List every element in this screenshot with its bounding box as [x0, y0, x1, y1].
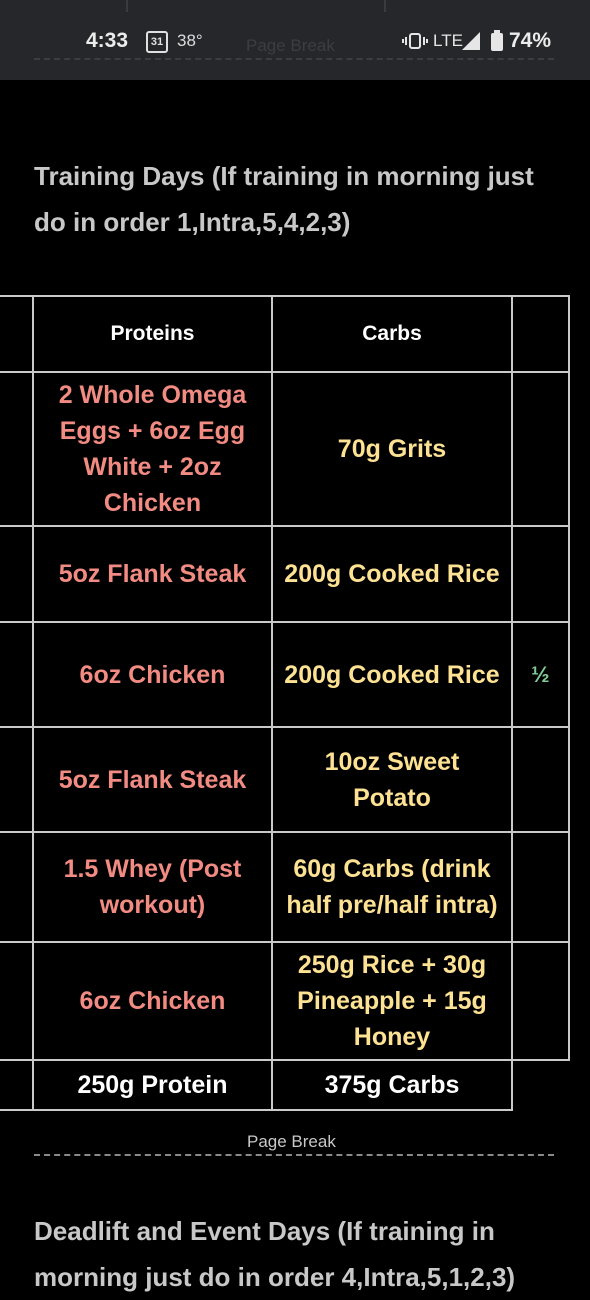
- table-header-row: Proteins Carbs: [0, 295, 570, 373]
- table-header-cell-hidden: [511, 295, 570, 373]
- signal-icon: [462, 32, 480, 50]
- protein-cell: 6oz Chicken: [32, 621, 273, 728]
- calendar-icon: 31: [146, 31, 168, 53]
- meal-plan-table: Proteins Carbs 2 Whole Omega Eggs + 6oz …: [0, 295, 570, 1111]
- total-protein-cell: 250g Protein: [32, 1059, 273, 1111]
- carb-cell: 200g Cooked Rice: [270, 525, 514, 623]
- total-carbs-cell: 375g Carbs: [270, 1059, 514, 1111]
- battery-icon: [491, 30, 503, 51]
- table-row: 6oz Chicken 200g Cooked Rice ½: [0, 621, 570, 728]
- status-time: 4:33: [86, 29, 129, 52]
- table-row: 6oz Chicken 250g Rice + 30g Pineapple + …: [0, 941, 570, 1061]
- status-temperature: 38°: [177, 31, 203, 50]
- table-row: 1.5 Whey (Post workout) 60g Carbs (drink…: [0, 831, 570, 943]
- table-row: 5oz Flank Steak 10oz Sweet Potato: [0, 726, 570, 833]
- table-row: 5oz Flank Steak 200g Cooked Rice: [0, 525, 570, 623]
- carb-cell: 70g Grits: [270, 371, 514, 527]
- protein-cell: 1.5 Whey (Post workout): [32, 831, 273, 943]
- protein-cell: 6oz Chicken: [32, 941, 273, 1061]
- deadlift-days-heading: Deadlift and Event Days (If training in …: [34, 1216, 516, 1292]
- training-days-heading: Training Days (If training in morning ju…: [34, 161, 534, 237]
- table-header-proteins: Proteins: [32, 295, 273, 373]
- ghost-page-break-line: [34, 58, 554, 60]
- protein-cell: 5oz Flank Steak: [32, 726, 273, 833]
- page-break-label: Page Break: [247, 1132, 336, 1151]
- protein-cell: 2 Whole Omega Eggs + 6oz Egg White + 2oz…: [32, 371, 273, 527]
- carb-cell: 250g Rice + 30g Pineapple + 15g Honey: [270, 941, 514, 1061]
- protein-cell: 5oz Flank Steak: [32, 525, 273, 623]
- page-break-line: [34, 1154, 554, 1156]
- table-header-carbs: Carbs: [270, 295, 514, 373]
- vibrate-icon: [402, 33, 428, 49]
- status-bar: Page Break 4:33 31 38° LTE 74%: [0, 0, 590, 80]
- carb-cell: 10oz Sweet Potato: [270, 726, 514, 833]
- carb-cell: 60g Carbs (drink half pre/half intra): [270, 831, 514, 943]
- status-bar-ghost-lines: [0, 0, 590, 14]
- table-totals-row: 250g Protein 375g Carbs: [0, 1059, 569, 1111]
- carb-cell: 200g Cooked Rice: [270, 621, 514, 728]
- ghost-page-break-label: Page Break: [246, 36, 335, 55]
- status-battery-percent: 74%: [509, 29, 552, 52]
- status-network: LTE: [433, 31, 463, 50]
- fat-cell-peek: ½: [531, 661, 550, 687]
- table-header-cell-hidden: [0, 295, 35, 373]
- table-row: 2 Whole Omega Eggs + 6oz Egg White + 2oz…: [0, 371, 570, 527]
